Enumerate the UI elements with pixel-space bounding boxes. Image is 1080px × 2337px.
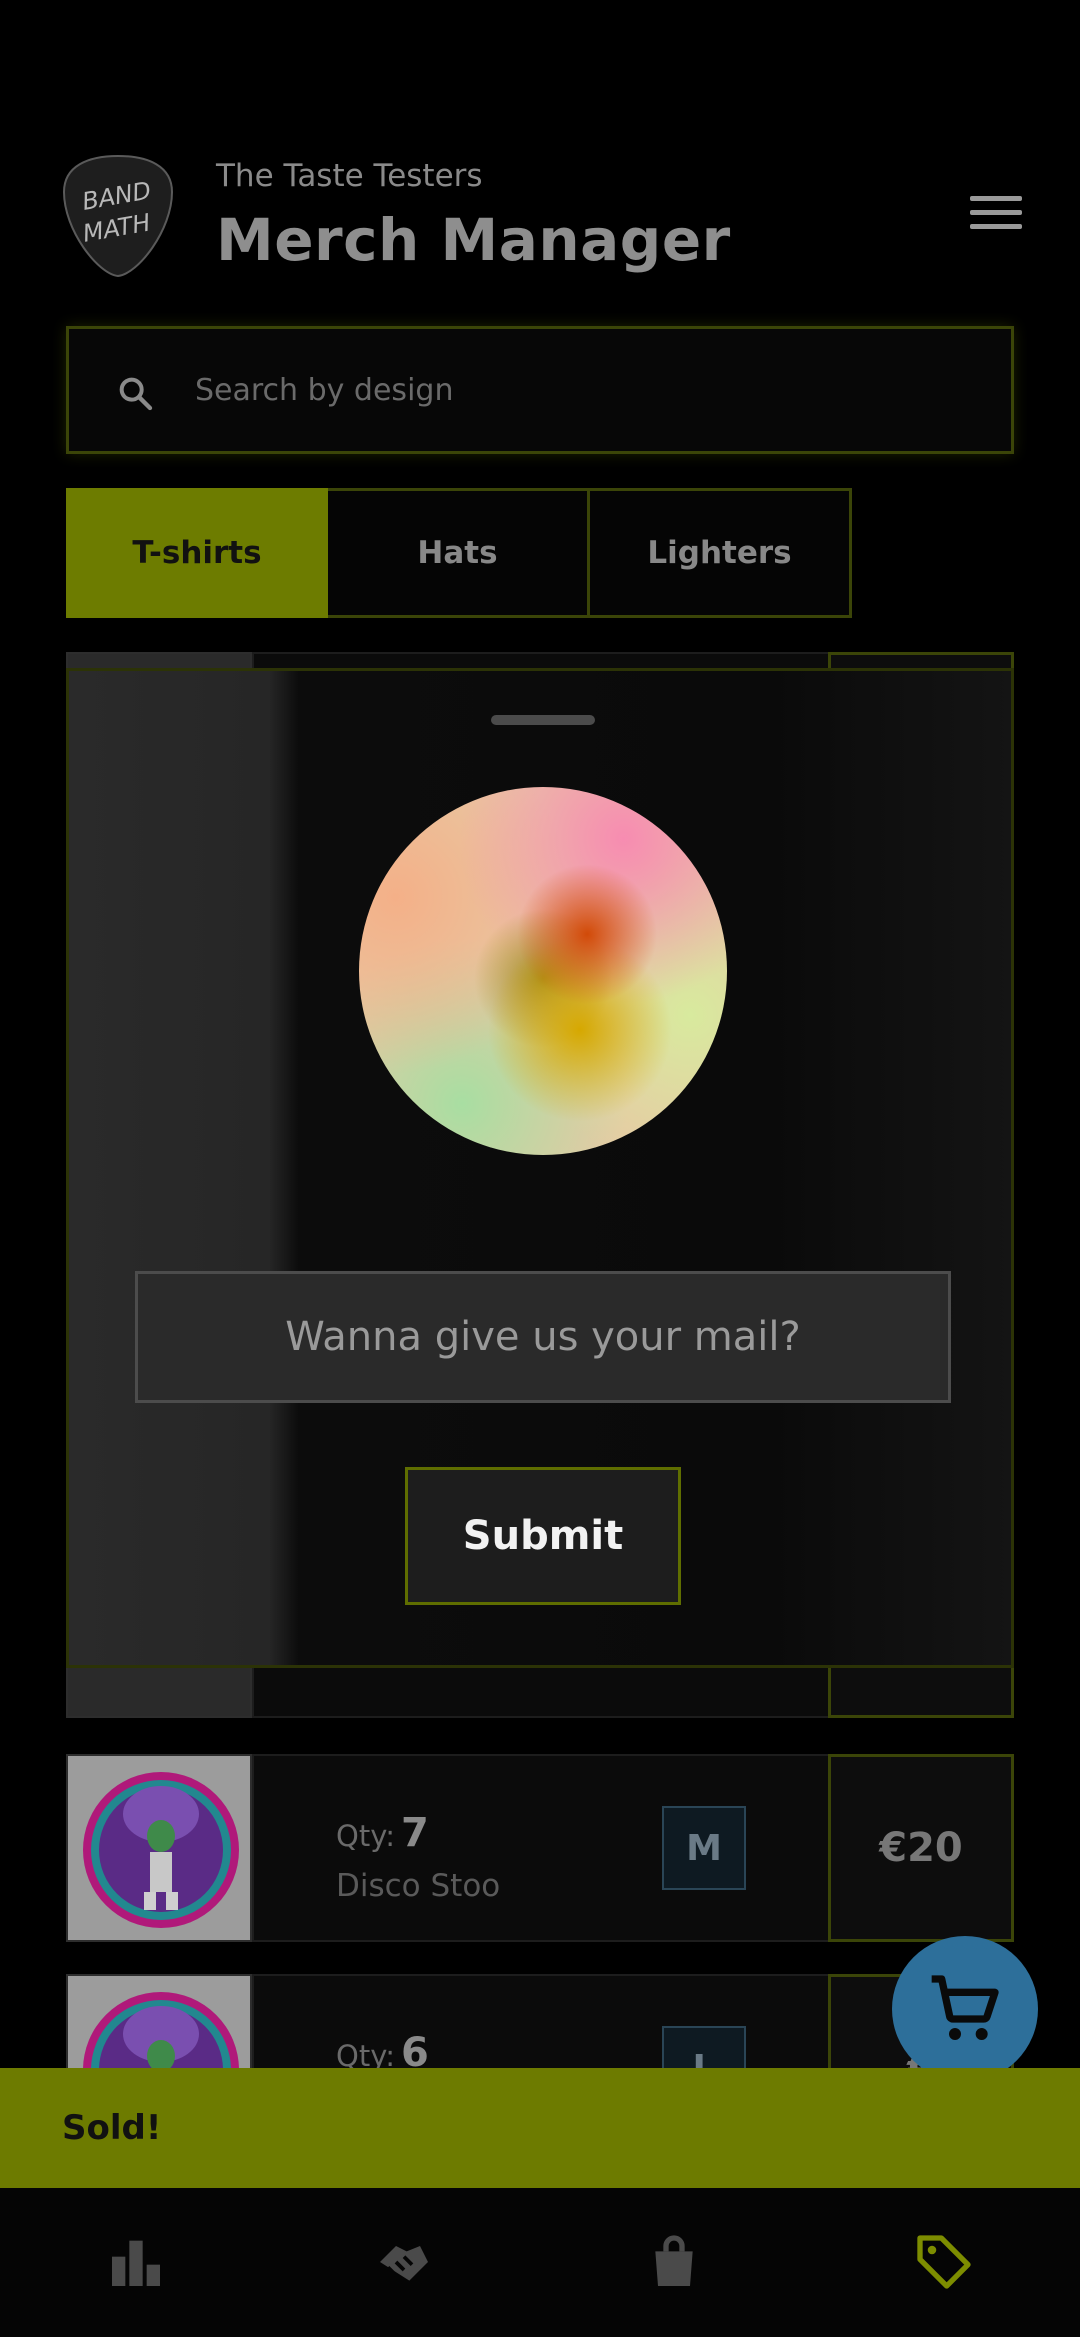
drag-handle[interactable] — [491, 715, 595, 725]
snackbar: Sold! — [0, 2068, 1080, 2188]
email-field[interactable]: Wanna give us your mail? — [135, 1271, 951, 1403]
list-item[interactable]: Qty:6 L € — [66, 1974, 1014, 2068]
mail-signup-sheet: Wanna give us your mail? Submit — [66, 668, 1014, 1668]
band-logo: BAND MATH — [62, 154, 174, 278]
shopping-bag-icon[interactable] — [642, 2230, 706, 2294]
search-input[interactable]: Search by design — [66, 326, 1014, 454]
size-badge[interactable]: L — [662, 2026, 746, 2068]
category-tabs: T-shirts Hats Lighters — [66, 488, 852, 618]
band-name: The Taste Testers — [216, 158, 483, 194]
bottom-nav — [0, 2188, 1080, 2337]
app-header: BAND MATH The Taste Testers Merch Manage… — [0, 140, 1080, 300]
page-title: Merch Manager — [216, 206, 731, 274]
price-tag-icon[interactable] — [912, 2230, 976, 2294]
product-thumbnail — [66, 1974, 252, 2068]
hamburger-menu-icon[interactable] — [970, 196, 1022, 236]
submit-button[interactable]: Submit — [405, 1467, 681, 1605]
search-icon — [119, 377, 153, 411]
bar-chart-icon[interactable] — [104, 2230, 168, 2294]
product-name: Disco Stoo — [336, 1868, 501, 1904]
search-placeholder: Search by design — [195, 373, 454, 408]
product-thumbnail — [66, 1754, 252, 1942]
tab-lighters[interactable]: Lighters — [590, 488, 852, 618]
quantity: Qty: 6 — [336, 2030, 429, 2068]
cart-icon — [931, 1975, 999, 2040]
quantity: Qty: 7 — [336, 1810, 429, 1856]
gradient-orb — [359, 787, 727, 1155]
size-badge[interactable]: M — [662, 1806, 746, 1890]
list-item[interactable]: Qty: 7 Disco Stoo M €20 — [66, 1754, 1014, 1942]
snackbar-text: Sold! — [62, 2108, 162, 2148]
tab-hats[interactable]: Hats — [328, 488, 590, 618]
price-button[interactable]: €20 — [828, 1754, 1014, 1942]
tab-t-shirts[interactable]: T-shirts — [66, 488, 328, 618]
cart-button[interactable] — [892, 1936, 1038, 2082]
product-info: Qty: 7 Disco Stoo M — [252, 1754, 892, 1942]
handshake-icon[interactable] — [372, 2230, 436, 2294]
product-info: Qty: 6 L — [252, 1974, 892, 2068]
